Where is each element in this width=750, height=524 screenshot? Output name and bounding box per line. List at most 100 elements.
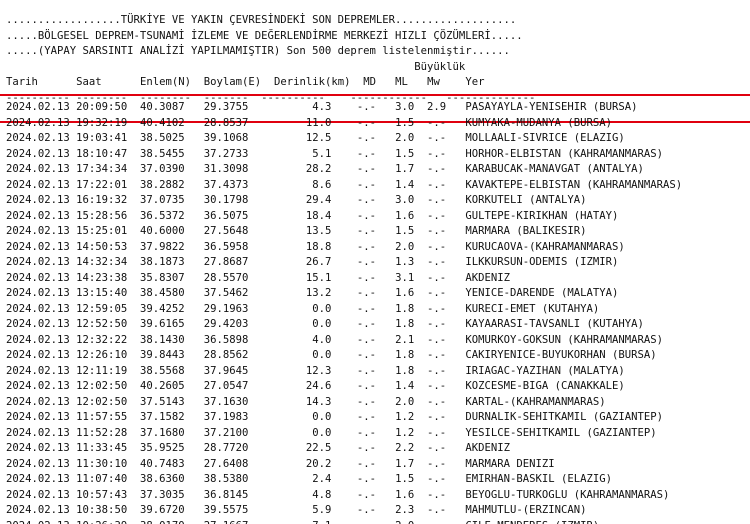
table-row: 2024.02.13 12:32:22 38.1430 36.5898 4.0 … — [6, 333, 682, 349]
cell-mw: -.- — [427, 364, 447, 377]
cell-md: -.- — [356, 163, 376, 175]
cell-depth: 24.6 — [305, 380, 332, 392]
cell-lon: 36.5075 — [203, 209, 249, 222]
cell-lat: 38.4580 — [139, 287, 185, 299]
cell-lat: 40.3087 — [139, 101, 185, 113]
cell-ml: 2.0 — [395, 240, 415, 253]
cell-place: MARMARA (BALIKESIR) — [465, 225, 587, 237]
table-row: 2024.02.13 12:11:19 38.5568 37.9645 12.3… — [6, 364, 682, 380]
cell-mw: -.- — [427, 194, 447, 206]
cell-lon: 28.5570 — [203, 271, 249, 284]
header-block: ..................TÜRKİYE VE YAKIN ÇEVRE… — [0, 13, 535, 106]
cell-depth: 12.5 — [305, 132, 332, 144]
cell-md: -.- — [356, 271, 376, 284]
cell-depth: 11.0 — [305, 116, 332, 129]
cell-md: -.- — [356, 132, 376, 144]
cell-md: -.- — [356, 504, 376, 516]
cell-place: CILE-MENDERES (IZMIR) — [465, 520, 599, 524]
cell-lat: 35.9525 — [139, 442, 185, 454]
cell-place: KOZCESME-BIGA (CANAKKALE) — [465, 380, 625, 392]
cell-time: 12:02:50 — [76, 395, 128, 408]
cell-lon: 36.5898 — [203, 333, 249, 346]
table-row: 2024.02.13 12:02:50 37.5143 37.1630 14.3… — [6, 395, 682, 411]
title-line-3: .....(YAPAY SARSINTI ANALİZİ YAPILMAMIŞT… — [6, 45, 510, 57]
cell-lon: 29.3755 — [203, 101, 249, 113]
cell-md: -.- — [356, 488, 376, 501]
cell-md: -.- — [356, 364, 376, 377]
cell-place: MAHMUTLU-(ERZINCAN) — [465, 504, 587, 516]
cell-date: 2024.02.13 — [6, 132, 70, 144]
cell-lat: 38.1873 — [139, 256, 185, 268]
cell-lon: 37.5462 — [203, 287, 249, 299]
cell-time: 14:50:53 — [76, 240, 128, 253]
col-lat: Enlem(N) — [139, 76, 191, 88]
cell-time: 17:22:01 — [76, 178, 128, 191]
cell-lon: 30.1798 — [203, 194, 249, 206]
cell-lon: 37.2100 — [203, 426, 249, 439]
cell-lon: 36.8145 — [203, 488, 249, 501]
table-row: 2024.02.13 17:34:34 37.0390 31.3098 28.2… — [6, 162, 682, 178]
cell-ml: 2.0 — [395, 132, 415, 144]
cell-depth: 0.0 — [305, 302, 332, 315]
table-row: 2024.02.13 10:57:43 37.3035 36.8145 4.8 … — [6, 488, 682, 504]
cell-lon: 27.6408 — [203, 457, 249, 470]
cell-lon: 36.5958 — [203, 240, 249, 253]
cell-md: -.- — [356, 287, 376, 299]
cell-lat: 38.6360 — [139, 473, 185, 485]
cell-date: 2024.02.13 — [6, 302, 70, 315]
table-row: 2024.02.13 13:15:40 38.4580 37.5462 13.2… — [6, 286, 682, 302]
table-row: 2024.02.13 17:22:01 38.2882 37.4373 8.6 … — [6, 178, 682, 194]
cell-date: 2024.02.13 — [6, 209, 70, 222]
title-line-1: ..................TÜRKİYE VE YAKIN ÇEVRE… — [6, 14, 517, 26]
cell-depth: 22.5 — [305, 442, 332, 454]
col-mw: Mw — [427, 76, 440, 88]
cell-mw: -.- — [427, 116, 447, 129]
table-row: 2024.02.13 14:50:53 37.9822 36.5958 18.8… — [6, 240, 682, 256]
cell-mw: -.- — [427, 333, 447, 346]
cell-place: KUMYAKA-MUDANYA (BURSA) — [465, 116, 613, 129]
cell-lon: 37.2733 — [203, 147, 249, 160]
cell-place: BEYOGLU-TURKOGLU (KAHRAMANMARAS) — [465, 488, 670, 501]
cell-ml: 1.8 — [395, 349, 415, 361]
cell-md: -.- — [356, 395, 376, 408]
cell-mw: -.- — [427, 520, 446, 524]
earthquake-list-page: ..................TÜRKİYE VE YAKIN ÇEVRE… — [0, 0, 750, 524]
cell-depth: 5.1 — [305, 147, 332, 160]
cell-ml: 2.1 — [395, 333, 415, 346]
cell-lon: 38.5380 — [203, 473, 249, 485]
cell-mw: -.- — [427, 209, 447, 222]
cell-ml: 1.3 — [395, 256, 415, 268]
cell-date: 2024.02.13 — [6, 194, 70, 206]
column-header-row: Tarih Saat Enlem(N) Boylam(E) Derinlik(k… — [6, 76, 484, 88]
cell-ml: 1.5 — [395, 147, 415, 160]
cell-time: 12:02:50 — [76, 380, 128, 392]
cell-lat: 39.6165 — [139, 318, 185, 330]
table-row: 2024.02.13 11:57:55 37.1582 37.1983 0.0 … — [6, 410, 682, 426]
cell-ml: 1.4 — [395, 380, 415, 392]
cell-time: 14:32:34 — [76, 256, 128, 268]
cell-depth: 4.0 — [305, 333, 332, 346]
cell-lat: 38.5455 — [139, 147, 185, 160]
cell-mw: -.- — [427, 426, 447, 439]
cell-lat: 37.1582 — [139, 411, 185, 423]
cell-place: AKDENIZ — [465, 442, 510, 454]
cell-depth: 0.0 — [305, 349, 332, 361]
cell-mw: -.- — [427, 302, 447, 315]
magnitude-group-pad — [6, 61, 414, 73]
cell-mw: -.- — [427, 318, 447, 330]
cell-md: -.- — [356, 194, 376, 206]
cell-ml: 1.7 — [395, 457, 415, 470]
cell-place: KURUCAOVA-(KAHRAMANMARAS) — [465, 240, 625, 253]
cell-ml: 3.0 — [395, 194, 415, 206]
cell-time: 19:03:41 — [76, 132, 128, 144]
cell-mw: -.- — [427, 287, 447, 299]
table-row: 2024.02.13 10:26:39 38.0170 27.1667 7.1 … — [6, 519, 682, 524]
cell-date: 2024.02.13 — [6, 101, 70, 113]
cell-mw: -.- — [427, 147, 447, 160]
cell-place: KARTAL-(KAHRAMANMARAS) — [465, 395, 606, 408]
cell-md: -.- — [356, 302, 376, 315]
cell-mw: -.- — [427, 256, 447, 268]
cell-depth: 18.4 — [305, 209, 332, 222]
cell-date: 2024.02.13 — [6, 426, 70, 439]
table-row: 2024.02.13 16:19:32 37.0735 30.1798 29.4… — [6, 193, 682, 209]
